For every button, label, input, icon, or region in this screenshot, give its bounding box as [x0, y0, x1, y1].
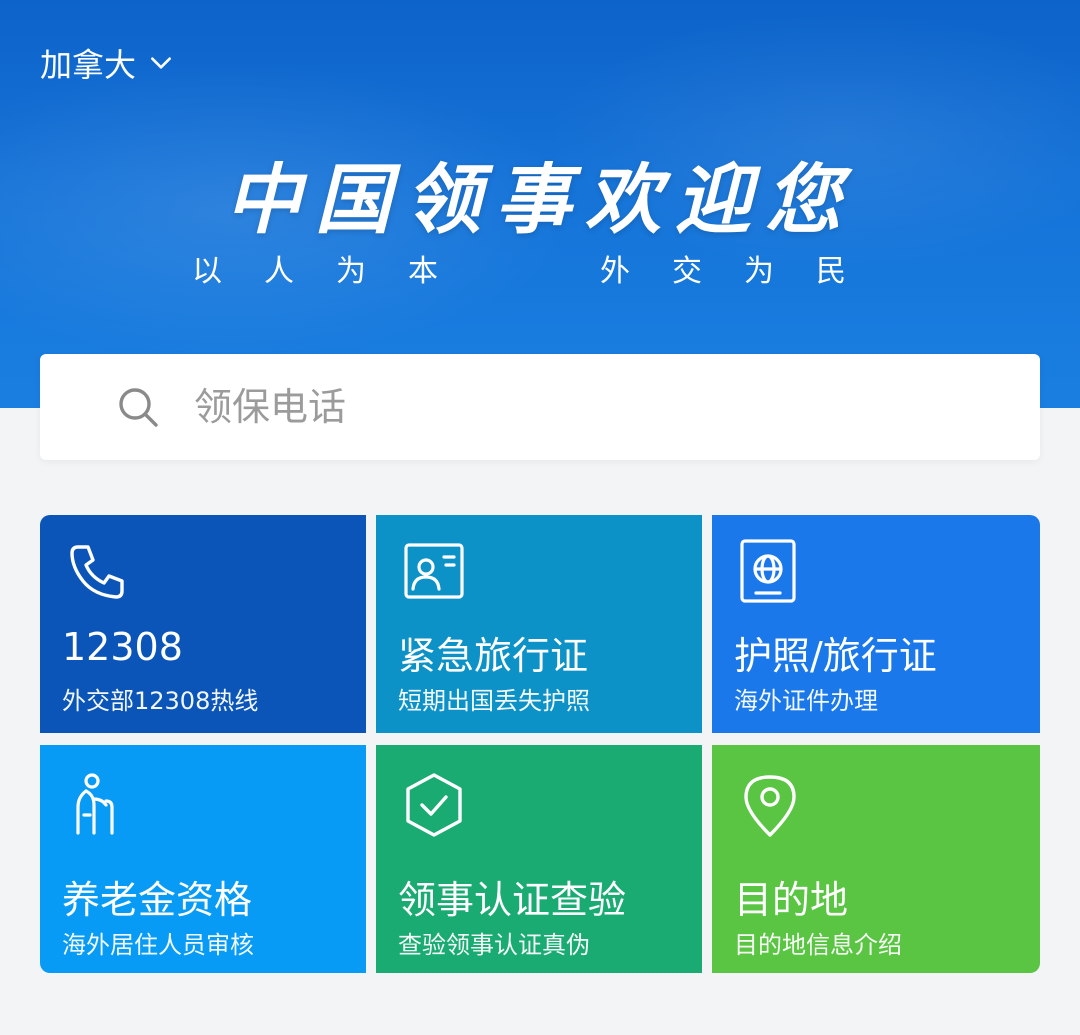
service-tile-passport[interactable]: 护照/旅行证 海外证件办理: [712, 515, 1040, 733]
search-icon: [119, 388, 158, 427]
elderly-person-icon: [76, 773, 114, 835]
service-tile-hotline[interactable]: 12308 外交部12308热线: [40, 515, 366, 733]
service-desc: 海外证件办理: [734, 687, 878, 715]
chevron-down-icon: [151, 57, 171, 69]
shield-check-icon: [406, 773, 462, 837]
id-card-icon: [404, 543, 464, 599]
service-desc: 外交部12308热线: [62, 687, 259, 715]
service-title: 养老金资格: [62, 878, 253, 922]
passport-icon: [740, 539, 796, 603]
service-tile-consular-verification[interactable]: 领事认证查验 查验领事认证真伪: [376, 745, 702, 973]
region-selector[interactable]: 加拿大: [40, 40, 174, 86]
service-desc: 短期出国丢失护照: [398, 687, 590, 715]
region-label: 加拿大: [40, 46, 137, 84]
slogan-sub-left: 以人为本: [192, 254, 480, 289]
service-title: 领事认证查验: [398, 878, 627, 922]
location-pin-icon: [744, 775, 796, 837]
service-grid: 12308 外交部12308热线 紧急旅行证 短期出国丢失护照 护照/旅行证 海…: [40, 515, 1040, 973]
service-tile-emergency-travel[interactable]: 紧急旅行证 短期出国丢失护照: [376, 515, 702, 733]
search-bar[interactable]: [40, 354, 1040, 460]
service-desc: 查验领事认证真伪: [398, 931, 590, 959]
slogan-sub: 以人为本 外交为民: [0, 246, 1080, 290]
service-title: 12308: [62, 625, 183, 669]
service-tile-destination[interactable]: 目的地 目的地信息介绍: [712, 745, 1040, 973]
phone-icon: [70, 545, 124, 599]
slogan-main: 中国领事欢迎您: [225, 155, 855, 244]
slogan-sub-right: 外交为民: [600, 254, 888, 289]
service-desc: 目的地信息介绍: [734, 931, 902, 959]
header-banner: 加拿大 中国领事欢迎您 以人为本 外交为民: [0, 0, 1080, 408]
service-desc: 海外居住人员审核: [62, 931, 254, 959]
search-input[interactable]: [192, 384, 896, 430]
service-tile-pension[interactable]: 养老金资格 海外居住人员审核: [40, 745, 366, 973]
service-title: 护照/旅行证: [734, 634, 937, 678]
service-title: 目的地: [734, 878, 849, 922]
service-title: 紧急旅行证: [398, 634, 589, 678]
